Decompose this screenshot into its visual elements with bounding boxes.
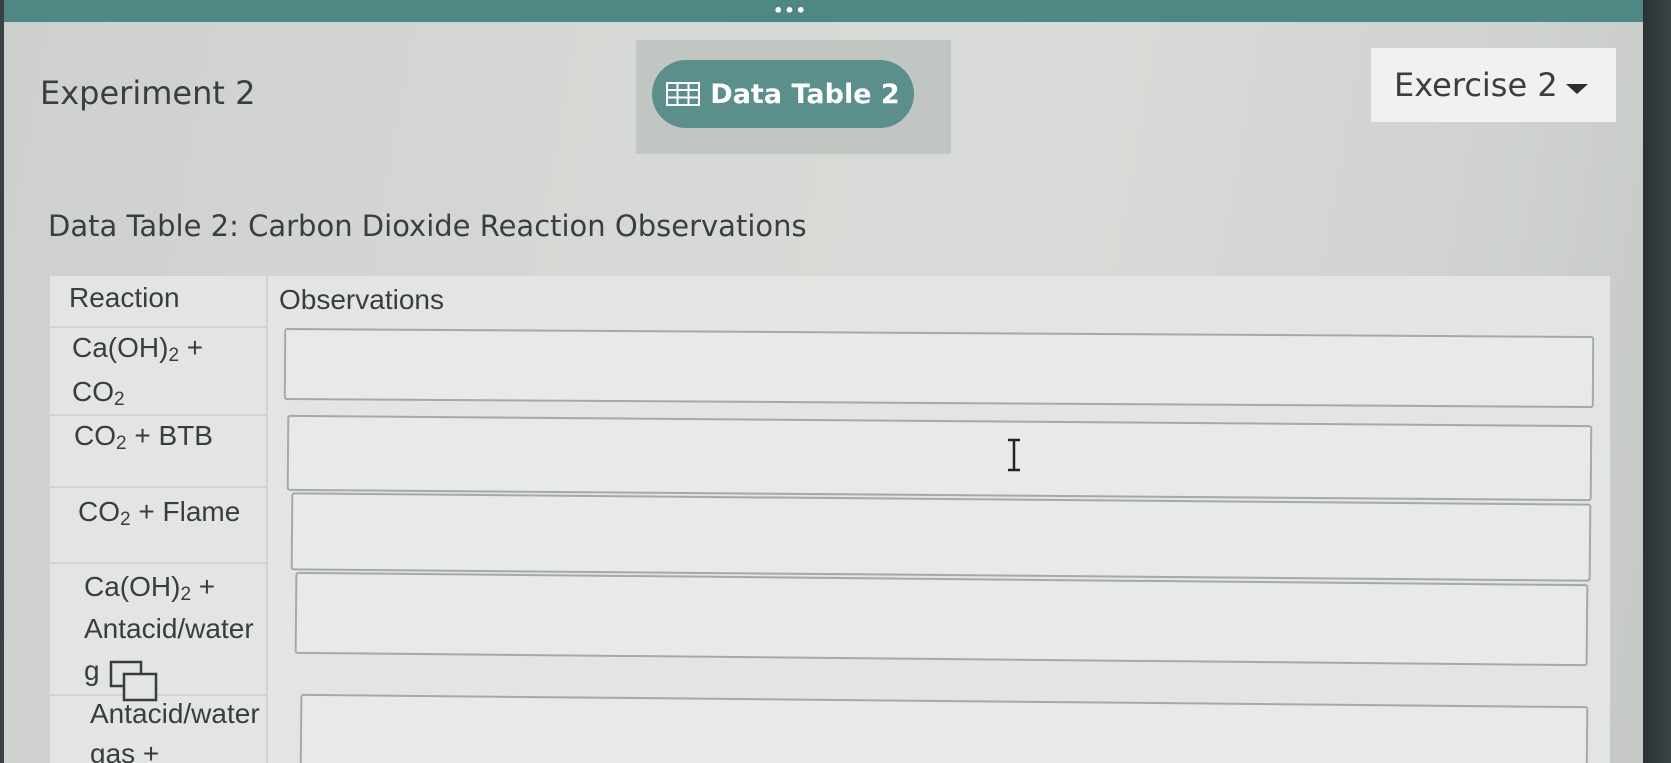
reaction-text: + (179, 332, 204, 363)
header-observations: Observations (279, 284, 444, 315)
reaction-label: CO2 + BTB (74, 414, 213, 458)
monitor-bezel-left (0, 0, 4, 763)
top-bar: ••• (0, 0, 1643, 22)
row-divider (50, 562, 268, 564)
reaction-text: Antacid/water (84, 613, 254, 644)
observation-input-4[interactable] (294, 571, 1589, 667)
table-grid-icon (666, 82, 701, 106)
observation-input-1[interactable] (283, 327, 1595, 409)
reaction-text: Ca(OH) (72, 332, 169, 363)
reaction-label: Ca(OH)2 + CO2 (72, 326, 203, 414)
reaction-text: gas + (90, 738, 160, 763)
reaction-text: CO (78, 496, 120, 527)
table-title: Data Table 2: Carbon Dioxide Reaction Ob… (48, 209, 807, 243)
column-divider (266, 276, 268, 763)
reaction-label: CO2 + Flame (78, 490, 240, 534)
monitor-bezel-right (1643, 0, 1671, 763)
reaction-text: + Flame (130, 496, 241, 527)
observation-input-2[interactable] (286, 414, 1593, 502)
experiment-title: Experiment 2 (40, 74, 256, 112)
reaction-text: + (191, 571, 216, 602)
drag-handle[interactable]: ••• (770, 3, 810, 19)
reaction-text: CO (72, 376, 114, 407)
data-table-tab-label: Data Table 2 (710, 78, 900, 110)
reaction-text: CO (74, 420, 116, 451)
caret-down-icon (1566, 84, 1588, 94)
reaction-subscript: 2 (168, 345, 180, 366)
reaction-text: Ca(OH) (84, 571, 181, 602)
screen: ••• Experiment 2 Data Table 2 Exercise 2… (0, 0, 1671, 763)
observation-input-5[interactable] (299, 693, 1589, 763)
observation-input-3[interactable] (290, 492, 1592, 582)
exercise-select-value: Exercise 2 (1394, 66, 1558, 104)
reaction-subscript: 2 (120, 509, 131, 530)
row-divider (50, 486, 268, 488)
reaction-subscript: 2 (180, 584, 192, 605)
exercise-select[interactable]: Exercise 2 (1371, 48, 1616, 122)
reaction-text: g (84, 655, 100, 686)
text-cursor-icon (1008, 438, 1020, 472)
reaction-subscript: 2 (116, 433, 127, 454)
header-reaction: Reaction (69, 282, 180, 313)
copy-icon[interactable] (108, 660, 160, 706)
reaction-subscript: 2 (114, 389, 125, 410)
reaction-text: + BTB (126, 420, 213, 451)
data-table-tab[interactable]: Data Table 2 (652, 60, 914, 128)
